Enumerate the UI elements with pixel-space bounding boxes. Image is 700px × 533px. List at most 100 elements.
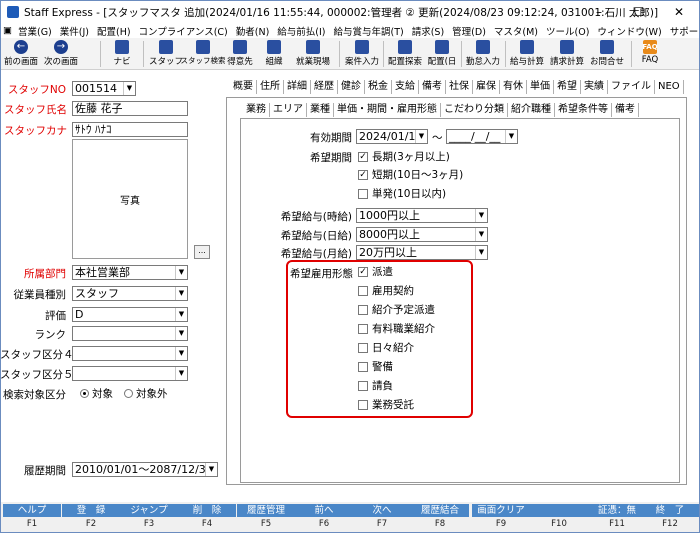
- one-off-checkbox[interactable]: [358, 189, 368, 199]
- minimize-button[interactable]: –: [579, 1, 619, 23]
- chevron-down-icon[interactable]: ▼: [175, 266, 187, 279]
- fkey-help-button[interactable]: ヘルプ: [3, 504, 61, 517]
- kintai-nyuryoku-button[interactable]: 勤怠入力: [463, 39, 503, 69]
- chevron-down-icon[interactable]: ▼: [475, 209, 487, 222]
- emp-type-select[interactable]: スタッフ ▼: [72, 286, 188, 301]
- emp-form-keibi-checkbox[interactable]: [358, 362, 368, 372]
- fkey-next-button[interactable]: 次へ: [353, 504, 411, 517]
- tab-address[interactable]: 住所: [257, 80, 284, 94]
- tab-detail[interactable]: 詳細: [284, 80, 311, 94]
- subtab-preferred-conditions[interactable]: 希望条件等: [555, 103, 612, 117]
- chevron-down-icon[interactable]: ▼: [175, 327, 187, 340]
- long-term-checkbox[interactable]: ✓: [358, 152, 368, 162]
- subtab-preference-category[interactable]: こだわり分類: [441, 103, 508, 117]
- close-button[interactable]: ✕: [659, 1, 699, 23]
- class4-select[interactable]: ▼: [72, 346, 188, 361]
- menu-tool[interactable]: ツール(O): [542, 24, 593, 38]
- seikyu-keisan-button[interactable]: 請求計算: [547, 39, 587, 69]
- menu-support[interactable]: サポート(H): [666, 24, 700, 38]
- photo-browse-button[interactable]: ...: [194, 245, 210, 259]
- staff-button[interactable]: スタッフ: [149, 39, 183, 69]
- class5-select[interactable]: ▼: [72, 366, 188, 381]
- search-target-on-radio[interactable]: [80, 389, 89, 398]
- staff-search-button[interactable]: スタッフ検索: [181, 39, 226, 69]
- staff-name-input[interactable]: 佐藤 花子: [72, 101, 188, 116]
- menu-haichi[interactable]: 配置(H): [93, 24, 135, 38]
- tab-file[interactable]: ファイル: [608, 80, 655, 94]
- menu-anken[interactable]: 業件(J): [56, 24, 93, 38]
- fkey-jump-button[interactable]: ジャンプ: [120, 504, 178, 517]
- shugyo-genba-button[interactable]: 就業現場: [291, 39, 335, 69]
- emp-form-koyo-checkbox[interactable]: [358, 286, 368, 296]
- fkey-prev-button[interactable]: 前へ: [295, 504, 353, 517]
- fkey-evidence-button[interactable]: 証憑：無: [588, 504, 646, 517]
- inquiry-button[interactable]: お問合せ: [587, 39, 627, 69]
- haichi-date-button[interactable]: 配置(日: [425, 39, 459, 69]
- tab-neo[interactable]: NEO: [655, 80, 684, 94]
- menu-kyuyo-maebarai[interactable]: 給与前払(I): [273, 24, 329, 38]
- chevron-down-icon[interactable]: ▼: [175, 287, 187, 300]
- photo-box[interactable]: 写真: [72, 139, 188, 259]
- menu-kyuyo-shoyo[interactable]: 給与賞与年調(T): [330, 24, 408, 38]
- anken-nyuryoku-button[interactable]: 案件入力: [342, 39, 382, 69]
- subtab-industry[interactable]: 業種: [307, 103, 334, 117]
- chevron-down-icon[interactable]: ▼: [475, 246, 487, 259]
- subtab-referral-occupation[interactable]: 紹介職種: [508, 103, 555, 117]
- tab-notes[interactable]: 備考: [419, 80, 446, 94]
- chevron-down-icon[interactable]: ▼: [505, 130, 517, 143]
- emp-form-ukeoi-checkbox[interactable]: [358, 381, 368, 391]
- staff-no-field[interactable]: 001514 ▼: [72, 81, 136, 96]
- rank-select[interactable]: ▼: [72, 326, 188, 341]
- subtab-area[interactable]: エリア: [270, 103, 307, 117]
- next-screen-button[interactable]: → 次の画面: [39, 39, 83, 69]
- chevron-down-icon[interactable]: ▼: [415, 130, 427, 143]
- prev-screen-button[interactable]: ← 前の画面: [3, 39, 39, 69]
- haichi-tansaku-button[interactable]: 配置探索: [385, 39, 425, 69]
- menu-master[interactable]: マスタ(M): [490, 24, 542, 38]
- maximize-button[interactable]: ☐: [619, 1, 659, 23]
- subtab-remarks[interactable]: 備考: [612, 103, 639, 117]
- menu-kintai[interactable]: 勤者(N): [232, 24, 274, 38]
- pay-hour-select[interactable]: 1000円以上 ▼: [356, 208, 488, 223]
- staff-kana-input[interactable]: ｻﾄｳ ﾊﾅｺ: [72, 122, 188, 137]
- tab-tax[interactable]: 税金: [365, 80, 392, 94]
- emp-form-yuryo-checkbox[interactable]: [358, 324, 368, 334]
- history-period-select[interactable]: 2010/01/01～2087/12/31 ▼: [72, 462, 218, 477]
- emp-form-haken-checkbox[interactable]: ✓: [358, 267, 368, 277]
- menu-kanri[interactable]: 管理(D): [448, 24, 490, 38]
- menu-window[interactable]: ウィンドウ(W): [593, 24, 665, 38]
- chevron-down-icon[interactable]: ▼: [175, 308, 187, 321]
- tab-employment-insurance[interactable]: 雇保: [473, 80, 500, 94]
- fkey-exit-button[interactable]: 終 了: [641, 504, 699, 517]
- tab-preference[interactable]: 希望: [554, 80, 581, 94]
- emp-form-hibi-checkbox[interactable]: [358, 343, 368, 353]
- chevron-down-icon[interactable]: ▼: [123, 82, 135, 95]
- kyuyo-keisan-button[interactable]: 給与計算: [507, 39, 547, 69]
- tab-results[interactable]: 実績: [581, 80, 608, 94]
- menu-compliance[interactable]: コンプライアンス(C): [135, 24, 232, 38]
- pay-month-select[interactable]: 20万円以上 ▼: [356, 245, 488, 260]
- chevron-down-icon[interactable]: ▼: [475, 228, 487, 241]
- chevron-down-icon[interactable]: ▼: [205, 463, 217, 476]
- fkey-history-merge-button[interactable]: 履歴結合: [411, 504, 469, 517]
- fkey-save-button[interactable]: 登 録: [62, 504, 120, 517]
- fkey-clear-screen-button[interactable]: 画面クリア: [472, 504, 530, 517]
- fkey-history-button[interactable]: 履歴管理: [237, 504, 295, 517]
- menu-eigyo[interactable]: 営業(G): [14, 24, 56, 38]
- navi-button[interactable]: ナビ: [107, 39, 137, 69]
- emp-form-gyomu-checkbox[interactable]: [358, 400, 368, 410]
- dept-select[interactable]: 本社営業部 ▼: [72, 265, 188, 280]
- emp-form-shokai-yotei-checkbox[interactable]: [358, 305, 368, 315]
- faq-button[interactable]: FAQ FAQ: [635, 39, 665, 69]
- subtab-price-period-employment[interactable]: 単価・期間・雇用形態: [334, 103, 441, 117]
- period-to-field[interactable]: ____/__/__ ▼: [446, 129, 518, 144]
- subtab-job[interactable]: 業務: [243, 103, 270, 117]
- tab-overview[interactable]: 概要: [230, 80, 257, 94]
- tokuisaki-button[interactable]: 得意先: [223, 39, 257, 69]
- soshiki-button[interactable]: 組織: [259, 39, 289, 69]
- fkey-delete-button[interactable]: 削 除: [178, 504, 236, 517]
- chevron-down-icon[interactable]: ▼: [175, 367, 187, 380]
- tab-payment[interactable]: 支給: [392, 80, 419, 94]
- search-target-off-radio[interactable]: [124, 389, 133, 398]
- tab-paid-leave[interactable]: 有休: [500, 80, 527, 94]
